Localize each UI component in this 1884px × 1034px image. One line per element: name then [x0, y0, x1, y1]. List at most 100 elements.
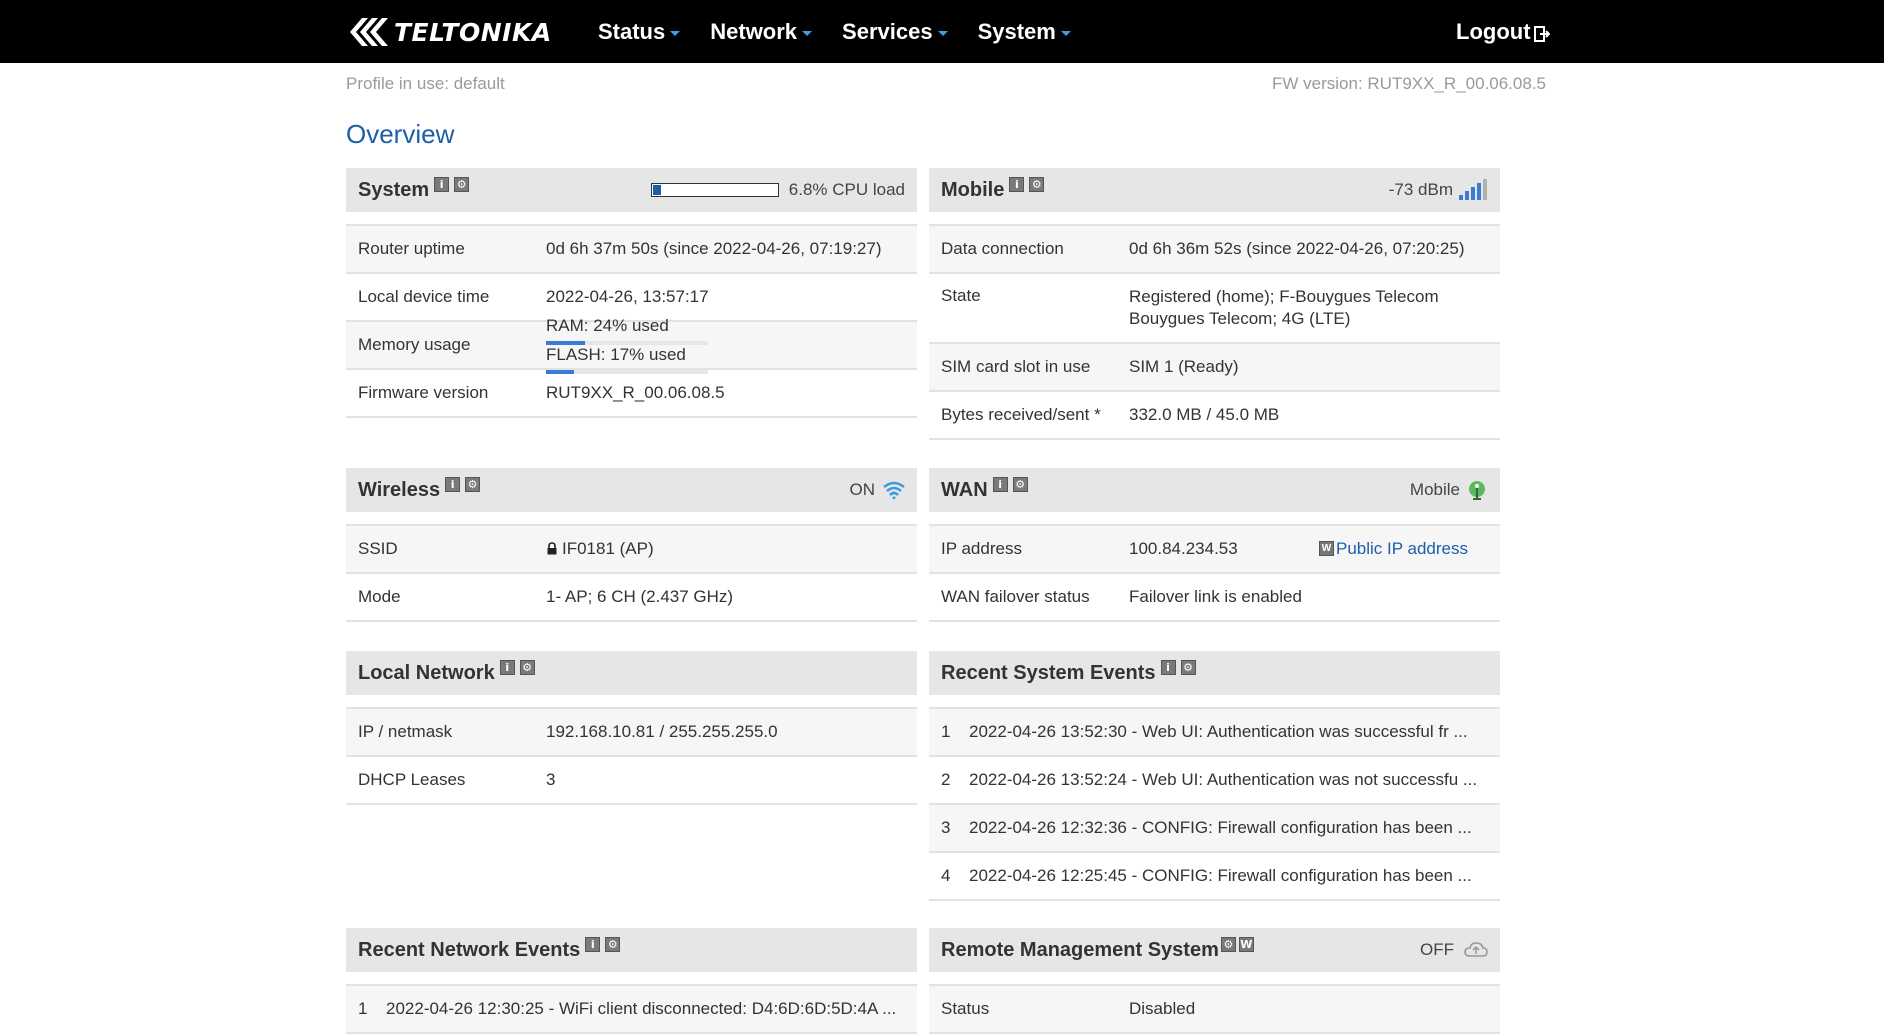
system-panel-body: Router uptime 0d 6h 37m 50s (since 2022-…: [346, 224, 917, 418]
system-panel: System i ⚙ 6.8% CPU load Router uptime 0…: [346, 168, 917, 418]
row-label: SIM card slot in use: [941, 357, 1091, 376]
table-row: IP / netmask 192.168.10.81 / 255.255.255…: [346, 709, 917, 757]
event-number: 2: [941, 770, 951, 789]
info-icon[interactable]: i: [1160, 659, 1176, 675]
event-number: 4: [941, 866, 951, 885]
settings-icon[interactable]: ⚙: [1012, 476, 1028, 492]
recent-network-events-title: Recent Network Events: [358, 938, 581, 961]
row-label: SSID: [358, 539, 398, 558]
row-value: 1- AP; 6 CH (2.437 GHz): [546, 587, 734, 606]
table-row: Firmware version RUT9XX_R_00.06.08.5: [346, 370, 917, 418]
table-row: IP address 100.84.234.53 W Public IP addr…: [929, 526, 1500, 574]
nav-services-label: Services: [842, 18, 933, 44]
wireless-panel-body: SSID IF0181 (AP) Mode 1- AP; 6 CH (2.437…: [346, 524, 917, 622]
ssid-value: IF0181 (AP): [546, 539, 905, 559]
wan-panel-title: WAN: [941, 478, 988, 501]
wireless-status: ON: [850, 468, 906, 512]
event-text: 2022-04-26 13:52:24 - Web UI: Authentica…: [969, 770, 1478, 789]
nav-services[interactable]: Services: [842, 19, 948, 45]
rms-panel: Remote Management System ⚙ W OFF Status …: [929, 928, 1500, 1034]
info-icon[interactable]: i: [585, 936, 601, 952]
wireless-panel: Wireless i ⚙ ON SSID IF0181 (AP) Mode 1-…: [346, 468, 917, 622]
signal-indicator: -73 dBm: [1389, 168, 1488, 212]
event-number: 1: [358, 999, 368, 1018]
ram-bar-fill: [546, 341, 585, 345]
local-network-panel-header: Local Network i ⚙: [346, 651, 917, 695]
cpu-load-indicator: 6.8% CPU load: [650, 168, 905, 212]
row-value: RUT9XX_R_00.06.08.5: [546, 383, 725, 402]
table-row: Status Disabled: [929, 986, 1500, 1034]
recent-system-events-title: Recent System Events: [941, 661, 1156, 684]
wifi-icon: [883, 481, 905, 499]
ram-usage: RAM: 24% used: [546, 316, 708, 345]
signal-bars-icon: [1459, 179, 1487, 200]
row-label: Local device time: [358, 287, 490, 306]
table-row: Data connection 0d 6h 36m 52s (since 202…: [929, 226, 1500, 274]
table-row: Bytes received/sent * 332.0 MB / 45.0 MB: [929, 392, 1500, 440]
row-value: 332.0 MB / 45.0 MB: [1129, 405, 1280, 424]
local-network-panel-title: Local Network: [358, 661, 495, 684]
info-icon[interactable]: i: [434, 176, 450, 192]
nav-network-label: Network: [710, 18, 798, 44]
info-icon[interactable]: i: [1009, 176, 1025, 192]
row-value: 0d 6h 36m 52s (since 2022-04-26, 07:20:2…: [1129, 239, 1465, 258]
info-icon[interactable]: i: [992, 476, 1008, 492]
settings-icon[interactable]: ⚙: [605, 936, 621, 952]
settings-icon[interactable]: ⚙: [454, 176, 470, 192]
brand-name: TELTONIKA: [394, 17, 552, 47]
mobile-panel-title: Mobile: [941, 178, 1005, 201]
info-icon[interactable]: i: [499, 659, 515, 675]
row-value: Failover link is enabled: [1129, 587, 1302, 606]
flash-usage: FLASH: 17% used: [546, 345, 708, 374]
rms-panel-title: Remote Management System: [941, 938, 1219, 961]
rms-panel-header: Remote Management System ⚙ W OFF: [929, 928, 1500, 972]
info-icon[interactable]: i: [445, 476, 461, 492]
list-item: 3 2022-04-26 12:32:36 - CONFIG: Firewall…: [929, 805, 1500, 853]
settings-icon[interactable]: ⚙: [465, 476, 481, 492]
row-value: 100.84.234.53: [1129, 539, 1238, 558]
row-label: Data connection: [941, 239, 1064, 258]
wan-panel-header: WAN i ⚙ Mobile: [929, 468, 1500, 512]
wireless-panel-header: Wireless i ⚙ ON: [346, 468, 917, 512]
rms-status-label: OFF: [1420, 940, 1454, 959]
wan-status: Mobile: [1410, 468, 1488, 512]
row-value: 3: [546, 770, 556, 789]
nav-status[interactable]: Status: [598, 19, 681, 45]
cloud-icon: [1464, 942, 1488, 957]
flash-label: FLASH: 17% used: [546, 345, 686, 364]
nav-system-label: System: [977, 18, 1056, 44]
row-label: Bytes received/sent *: [941, 405, 1101, 424]
event-number: 3: [941, 818, 951, 837]
table-row: SSID IF0181 (AP): [346, 526, 917, 574]
row-value: 2022-04-26, 13:57:17: [546, 287, 709, 306]
event-text: 2022-04-26 12:25:45 - CONFIG: Firewall c…: [969, 866, 1472, 885]
public-ip-link[interactable]: W Public IP address: [1319, 539, 1468, 559]
table-row: Memory usage RAM: 24% used FLASH: 17% us…: [346, 316, 917, 374]
cpu-load-label: 6.8% CPU load: [788, 180, 905, 199]
settings-icon[interactable]: ⚙: [519, 659, 535, 675]
wiki-icon[interactable]: W: [1238, 936, 1254, 952]
wiki-icon: W: [1319, 541, 1334, 556]
system-panel-header: System i ⚙ 6.8% CPU load: [346, 168, 917, 212]
local-network-panel-body: IP / netmask 192.168.10.81 / 255.255.255…: [346, 707, 917, 805]
cpu-load-bar: [650, 183, 779, 197]
state-line-1: Registered (home); F-Bouygues Telecom: [1129, 287, 1439, 306]
row-label: WAN failover status: [941, 587, 1090, 606]
chevron-down-icon: [1060, 31, 1071, 36]
row-label: Router uptime: [358, 239, 465, 258]
fw-version-header: FW version: RUT9XX_R_00.06.08.5: [1271, 74, 1546, 93]
teltonika-logo[interactable]: TELTONIKA: [346, 14, 552, 50]
top-navbar: TELTONIKA Status Network Services System…: [0, 0, 1884, 63]
logout-button[interactable]: Logout: [1456, 0, 1550, 63]
settings-icon[interactable]: ⚙: [1180, 659, 1196, 675]
row-value: 0d 6h 37m 50s (since 2022-04-26, 07:19:2…: [546, 239, 882, 258]
nav-network[interactable]: Network: [710, 18, 813, 45]
cpu-load-bar-fill: [652, 185, 662, 195]
settings-icon[interactable]: ⚙: [1220, 936, 1236, 952]
nav-system[interactable]: System: [978, 19, 1071, 45]
row-value: 192.168.10.81 / 255.255.255.0: [546, 722, 778, 741]
page-title: Overview: [346, 119, 455, 149]
table-row: Mode 1- AP; 6 CH (2.437 GHz): [346, 574, 917, 622]
settings-icon[interactable]: ⚙: [1029, 176, 1045, 192]
wan-panel-body: IP address 100.84.234.53 W Public IP addr…: [929, 524, 1500, 622]
